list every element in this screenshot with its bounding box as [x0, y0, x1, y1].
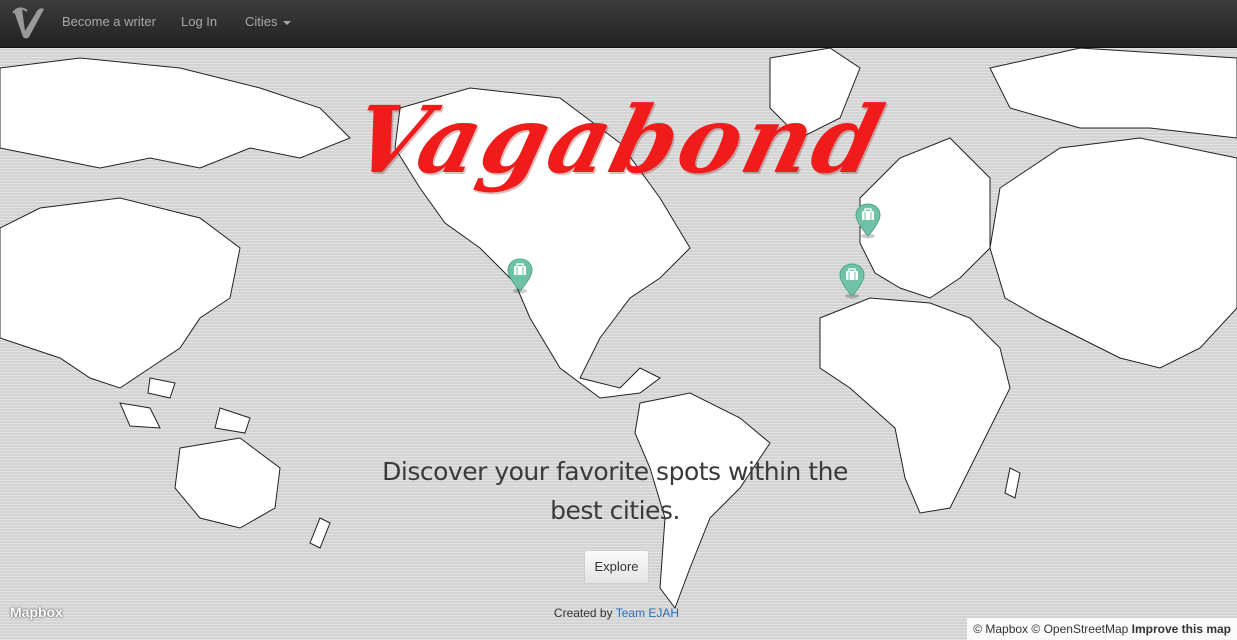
top-navbar: Become a writer Log In Cities	[0, 0, 1237, 48]
world-map[interactable]: Vagabond Discover your favorite spots wi…	[0, 48, 1237, 640]
suitcase-icon	[507, 258, 533, 294]
nav-cities-dropdown[interactable]: Cities	[245, 0, 291, 47]
city-marker[interactable]	[507, 258, 533, 294]
map-attribution: © Mapbox © OpenStreetMap Improve this ma…	[967, 618, 1237, 640]
chevron-down-icon	[282, 20, 291, 25]
city-marker[interactable]	[855, 203, 881, 239]
nav-become-writer[interactable]: Become a writer	[62, 0, 156, 47]
team-link[interactable]: Team EJAH	[616, 606, 679, 620]
brand-logo[interactable]	[10, 4, 46, 42]
mapbox-attribution-link[interactable]: © Mapbox	[973, 622, 1028, 636]
improve-map-link[interactable]: Improve this map	[1132, 622, 1231, 636]
credit-prefix: Created by	[553, 606, 613, 620]
osm-attribution-link[interactable]: © OpenStreetMap	[1031, 622, 1128, 636]
cities-label: Cities	[245, 14, 278, 29]
site-title: Vagabond	[341, 86, 896, 194]
city-marker[interactable]	[839, 263, 865, 299]
tagline: Discover your favorite spots within the …	[382, 457, 848, 525]
suitcase-icon	[855, 203, 881, 239]
suitcase-icon	[839, 263, 865, 299]
v-logo-icon	[12, 7, 44, 39]
mapbox-logo[interactable]: Mapbox	[10, 604, 63, 620]
explore-button[interactable]: Explore	[584, 550, 649, 584]
nav-login[interactable]: Log In	[181, 0, 217, 47]
